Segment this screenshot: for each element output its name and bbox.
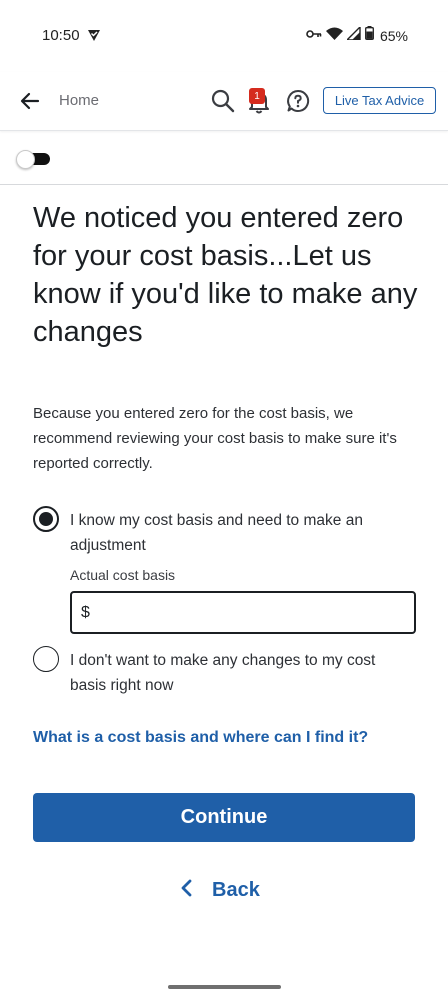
battery-percent: 65% (379, 27, 408, 44)
page-title: We noticed you entered zero for your cos… (33, 202, 418, 348)
back-arrow-icon[interactable] (18, 89, 42, 113)
option-no-changes-label: I don't want to make any changes to my c… (70, 652, 376, 694)
continue-button[interactable]: Continue (33, 793, 415, 842)
radio-no-changes[interactable] (33, 646, 59, 672)
signal-icon (345, 24, 361, 45)
vpn-check-icon (87, 28, 101, 47)
key-icon (306, 27, 322, 45)
home-indicator[interactable] (168, 985, 281, 989)
currency-symbol: $ (81, 604, 90, 621)
status-bar: 10:50 65% (0, 0, 448, 70)
live-tax-advice-button[interactable]: Live Tax Advice (323, 87, 436, 114)
top-nav: Home 1 Live Tax Advice (0, 72, 448, 131)
option-know-cost-basis-label: I know my cost basis and need to make an… (70, 512, 363, 554)
toggle-switch[interactable] (16, 150, 50, 169)
radio-know-cost-basis[interactable] (33, 506, 59, 532)
status-time: 10:50 (42, 27, 80, 44)
status-icons: 65% (306, 24, 408, 45)
chevron-left-icon (180, 879, 192, 902)
toggle-row (0, 131, 448, 185)
notification-badge: 1 (249, 88, 265, 104)
cost-basis-field[interactable]: $ (70, 591, 416, 634)
toggle-knob (16, 150, 35, 169)
description-text: Because you entered zero for the cost ba… (33, 405, 397, 472)
help-icon[interactable] (286, 89, 310, 118)
cost-basis-field-label: Actual cost basis (70, 567, 176, 583)
battery-icon (365, 26, 374, 45)
cost-basis-input[interactable] (98, 598, 402, 628)
back-button[interactable]: Back (180, 876, 260, 904)
home-link[interactable]: Home (59, 92, 99, 109)
cost-basis-help-link[interactable]: What is a cost basis and where can I fin… (33, 729, 368, 747)
wifi-icon (325, 27, 343, 45)
back-button-label: Back (212, 878, 260, 901)
search-icon[interactable] (210, 88, 236, 119)
